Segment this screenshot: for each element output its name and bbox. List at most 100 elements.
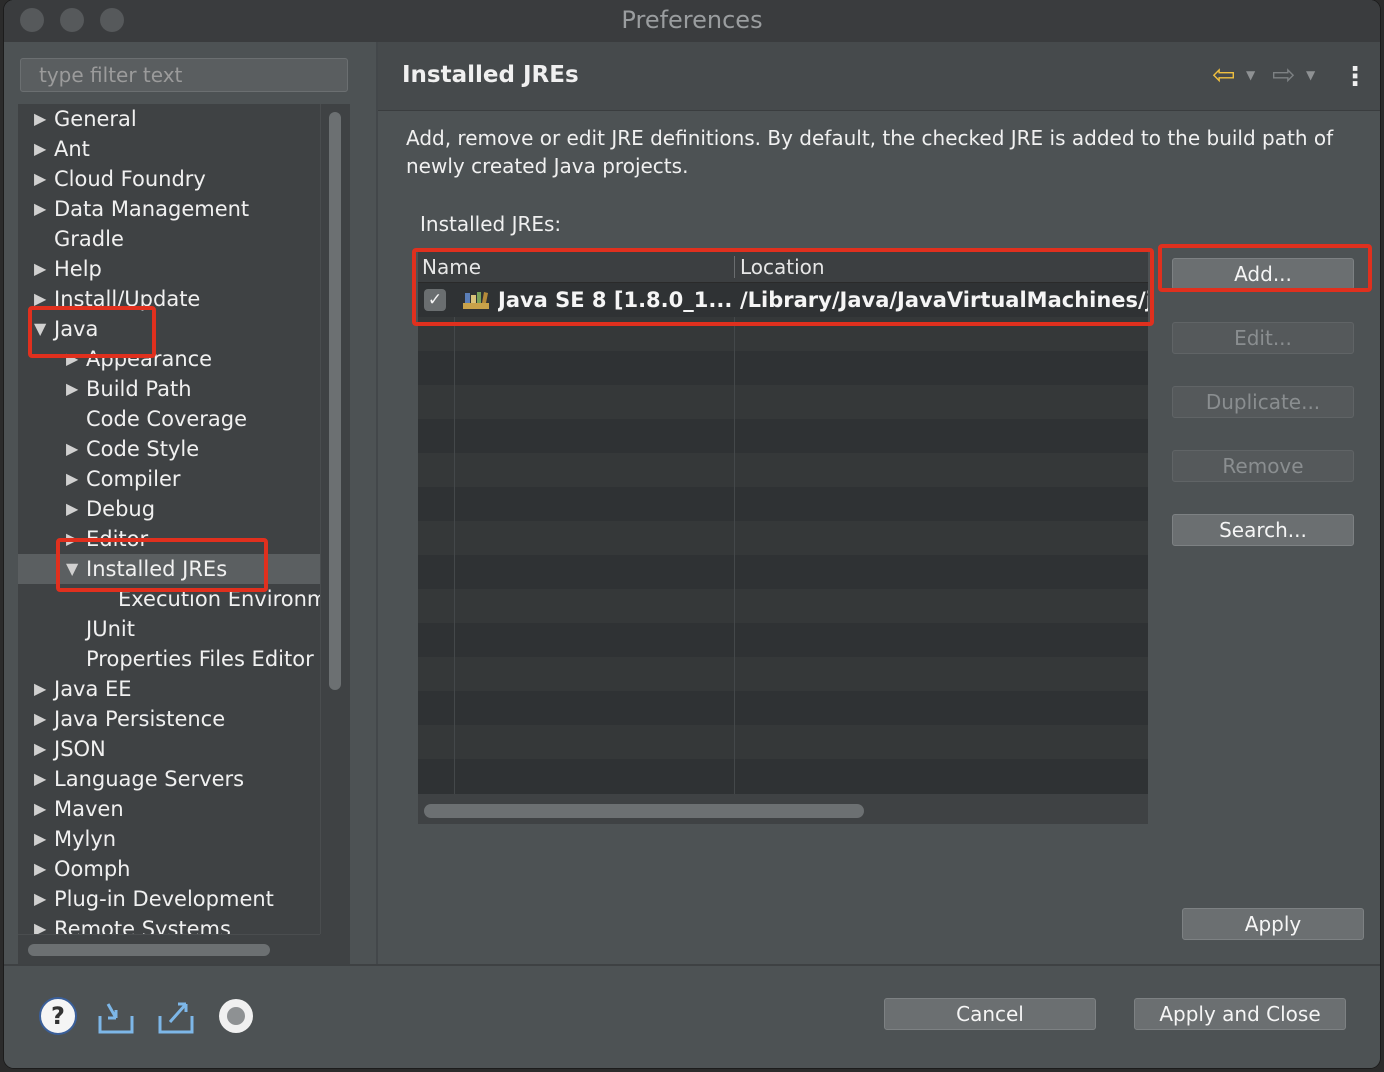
tree-item-ant[interactable]: ▶ Ant (18, 134, 320, 164)
expand-arrow-icon[interactable]: ▶ (66, 524, 78, 554)
expand-arrow-icon[interactable]: ▶ (66, 374, 78, 404)
expand-arrow-icon[interactable]: ▶ (34, 734, 46, 764)
help-icon[interactable]: ? (38, 996, 78, 1036)
tree-item-label: Editor (86, 527, 149, 551)
expand-arrow-icon[interactable]: ▶ (34, 704, 46, 734)
expand-arrow-icon[interactable]: ▶ (34, 764, 46, 794)
tree-vertical-scroll-thumb[interactable] (329, 112, 341, 690)
expand-arrow-icon[interactable]: ▶ (34, 254, 46, 284)
table-row[interactable]: ✓ Java SE 8 [1.8.0_1... /Library/Java/Ja… (418, 283, 1148, 317)
import-icon[interactable] (96, 996, 136, 1036)
apply-and-close-button[interactable]: Apply and Close (1134, 998, 1346, 1030)
back-arrow-icon[interactable]: ⇦ (1212, 60, 1235, 90)
tree-item-java[interactable]: ▼ Java (18, 314, 320, 344)
tree-item-label: Language Servers (54, 767, 245, 791)
tree-item-mylyn[interactable]: ▶ Mylyn (18, 824, 320, 854)
tree-item-label: Data Management (54, 197, 250, 221)
tree-item-label: Java Persistence (54, 707, 226, 731)
collapse-arrow-icon[interactable]: ▼ (34, 314, 46, 344)
kebab-menu-icon[interactable]: ⋮ (1342, 62, 1368, 92)
expand-arrow-icon[interactable]: ▶ (66, 344, 78, 374)
jre-default-checkbox[interactable]: ✓ (424, 289, 446, 311)
tree-item-label: Properties Files Editor (86, 647, 314, 671)
remove-button[interactable]: Remove (1172, 450, 1354, 482)
tree-item-appearance[interactable]: ▶ Appearance (18, 344, 320, 374)
forward-dropdown-icon[interactable]: ▼ (1306, 68, 1315, 82)
export-icon[interactable] (156, 996, 196, 1036)
tree-item-label: Build Path (86, 377, 192, 401)
back-dropdown-icon[interactable]: ▼ (1246, 68, 1255, 82)
expand-arrow-icon[interactable]: ▶ (66, 464, 78, 494)
tree-item-plugin-development[interactable]: ▶ Plug-in Development (18, 884, 320, 914)
expand-arrow-icon[interactable]: ▶ (34, 854, 46, 884)
tree-item-debug[interactable]: ▶ Debug (18, 494, 320, 524)
pane-divider[interactable] (376, 42, 378, 964)
expand-arrow-icon[interactable]: ▶ (34, 884, 46, 914)
tree-item-general[interactable]: ▶ General (18, 104, 320, 134)
expand-arrow-icon[interactable]: ▶ (34, 284, 46, 314)
tree-item-remote-systems[interactable]: ▶ Remote Systems (18, 914, 320, 934)
collapse-arrow-icon[interactable]: ▼ (66, 554, 78, 584)
table-empty-row (418, 521, 1148, 555)
apply-button[interactable]: Apply (1182, 908, 1364, 940)
tree-item-java-persistence[interactable]: ▶ Java Persistence (18, 704, 320, 734)
tree-horizontal-scroll-thumb[interactable] (28, 944, 270, 956)
preferences-tree: ▶ General ▶ Ant ▶ Cloud Foundry ▶ Data M… (18, 104, 350, 964)
tree-item-compiler[interactable]: ▶ Compiler (18, 464, 320, 494)
expand-arrow-icon[interactable]: ▶ (66, 494, 78, 524)
edit-button[interactable]: Edit... (1172, 322, 1354, 354)
tree-item-build-path[interactable]: ▶ Build Path (18, 374, 320, 404)
tree-item-installed-jres[interactable]: ▼ Installed JREs (18, 554, 320, 584)
tree-item-oomph[interactable]: ▶ Oomph (18, 854, 320, 884)
tree-item-maven[interactable]: ▶ Maven (18, 794, 320, 824)
expand-arrow-icon[interactable]: ▶ (34, 164, 46, 194)
tree-item-help[interactable]: ▶ Help (18, 254, 320, 284)
tree-item-json[interactable]: ▶ JSON (18, 734, 320, 764)
column-header-location[interactable]: Location (740, 252, 825, 282)
expand-arrow-icon[interactable]: ▶ (34, 824, 46, 854)
tree-item-install-update[interactable]: ▶ Install/Update (18, 284, 320, 314)
filter-input[interactable] (20, 58, 348, 92)
tree-item-code-coverage[interactable]: Code Coverage (18, 404, 320, 434)
tree-item-label: Maven (54, 797, 124, 821)
table-empty-row (418, 725, 1148, 759)
search-button[interactable]: Search... (1172, 514, 1354, 546)
tree-item-data-management[interactable]: ▶ Data Management (18, 194, 320, 224)
jre-name-cell: Java SE 8 [1.8.0_1... (498, 288, 732, 312)
tree-item-label: General (54, 107, 137, 131)
tree-item-editor[interactable]: ▶ Editor (18, 524, 320, 554)
duplicate-button[interactable]: Duplicate... (1172, 386, 1354, 418)
forward-arrow-icon[interactable]: ⇨ (1272, 60, 1295, 90)
installed-jres-label: Installed JREs: (420, 212, 562, 236)
column-divider (454, 282, 455, 794)
tree-item-cloud-foundry[interactable]: ▶ Cloud Foundry (18, 164, 320, 194)
tree-item-label: Oomph (54, 857, 131, 881)
expand-arrow-icon[interactable]: ▶ (34, 794, 46, 824)
expand-arrow-icon[interactable]: ▶ (34, 104, 46, 134)
column-header-name[interactable]: Name (422, 252, 481, 282)
tree-item-code-style[interactable]: ▶ Code Style (18, 434, 320, 464)
tree-item-junit[interactable]: JUnit (18, 614, 320, 644)
expand-arrow-icon[interactable]: ▶ (66, 434, 78, 464)
table-horizontal-scroll-thumb[interactable] (424, 804, 864, 818)
tree-item-java-ee[interactable]: ▶ Java EE (18, 674, 320, 704)
tree-item-execution-environments[interactable]: Execution Environm (18, 584, 320, 614)
title-bar: Preferences (4, 0, 1380, 43)
column-resize-handle[interactable] (734, 256, 735, 278)
table-empty-row (418, 657, 1148, 691)
tree-item-label: Execution Environm (118, 587, 320, 611)
window-title: Preferences (621, 6, 763, 34)
tree-item-label: Appearance (86, 347, 213, 371)
tree-item-language-servers[interactable]: ▶ Language Servers (18, 764, 320, 794)
expand-arrow-icon[interactable]: ▶ (34, 134, 46, 164)
tree-item-label: Gradle (54, 227, 124, 251)
cancel-button[interactable]: Cancel (884, 998, 1096, 1030)
expand-arrow-icon[interactable]: ▶ (34, 674, 46, 704)
tree-item-properties-files-editor[interactable]: Properties Files Editor (18, 644, 320, 674)
expand-arrow-icon[interactable]: ▶ (34, 194, 46, 224)
record-icon[interactable] (216, 996, 256, 1036)
expand-arrow-icon[interactable]: ▶ (34, 914, 46, 934)
tree-item-gradle[interactable]: Gradle (18, 224, 320, 254)
add-button[interactable]: Add... (1172, 258, 1354, 290)
bottom-bar: ? Cancel Apply and Close (4, 966, 1380, 1068)
